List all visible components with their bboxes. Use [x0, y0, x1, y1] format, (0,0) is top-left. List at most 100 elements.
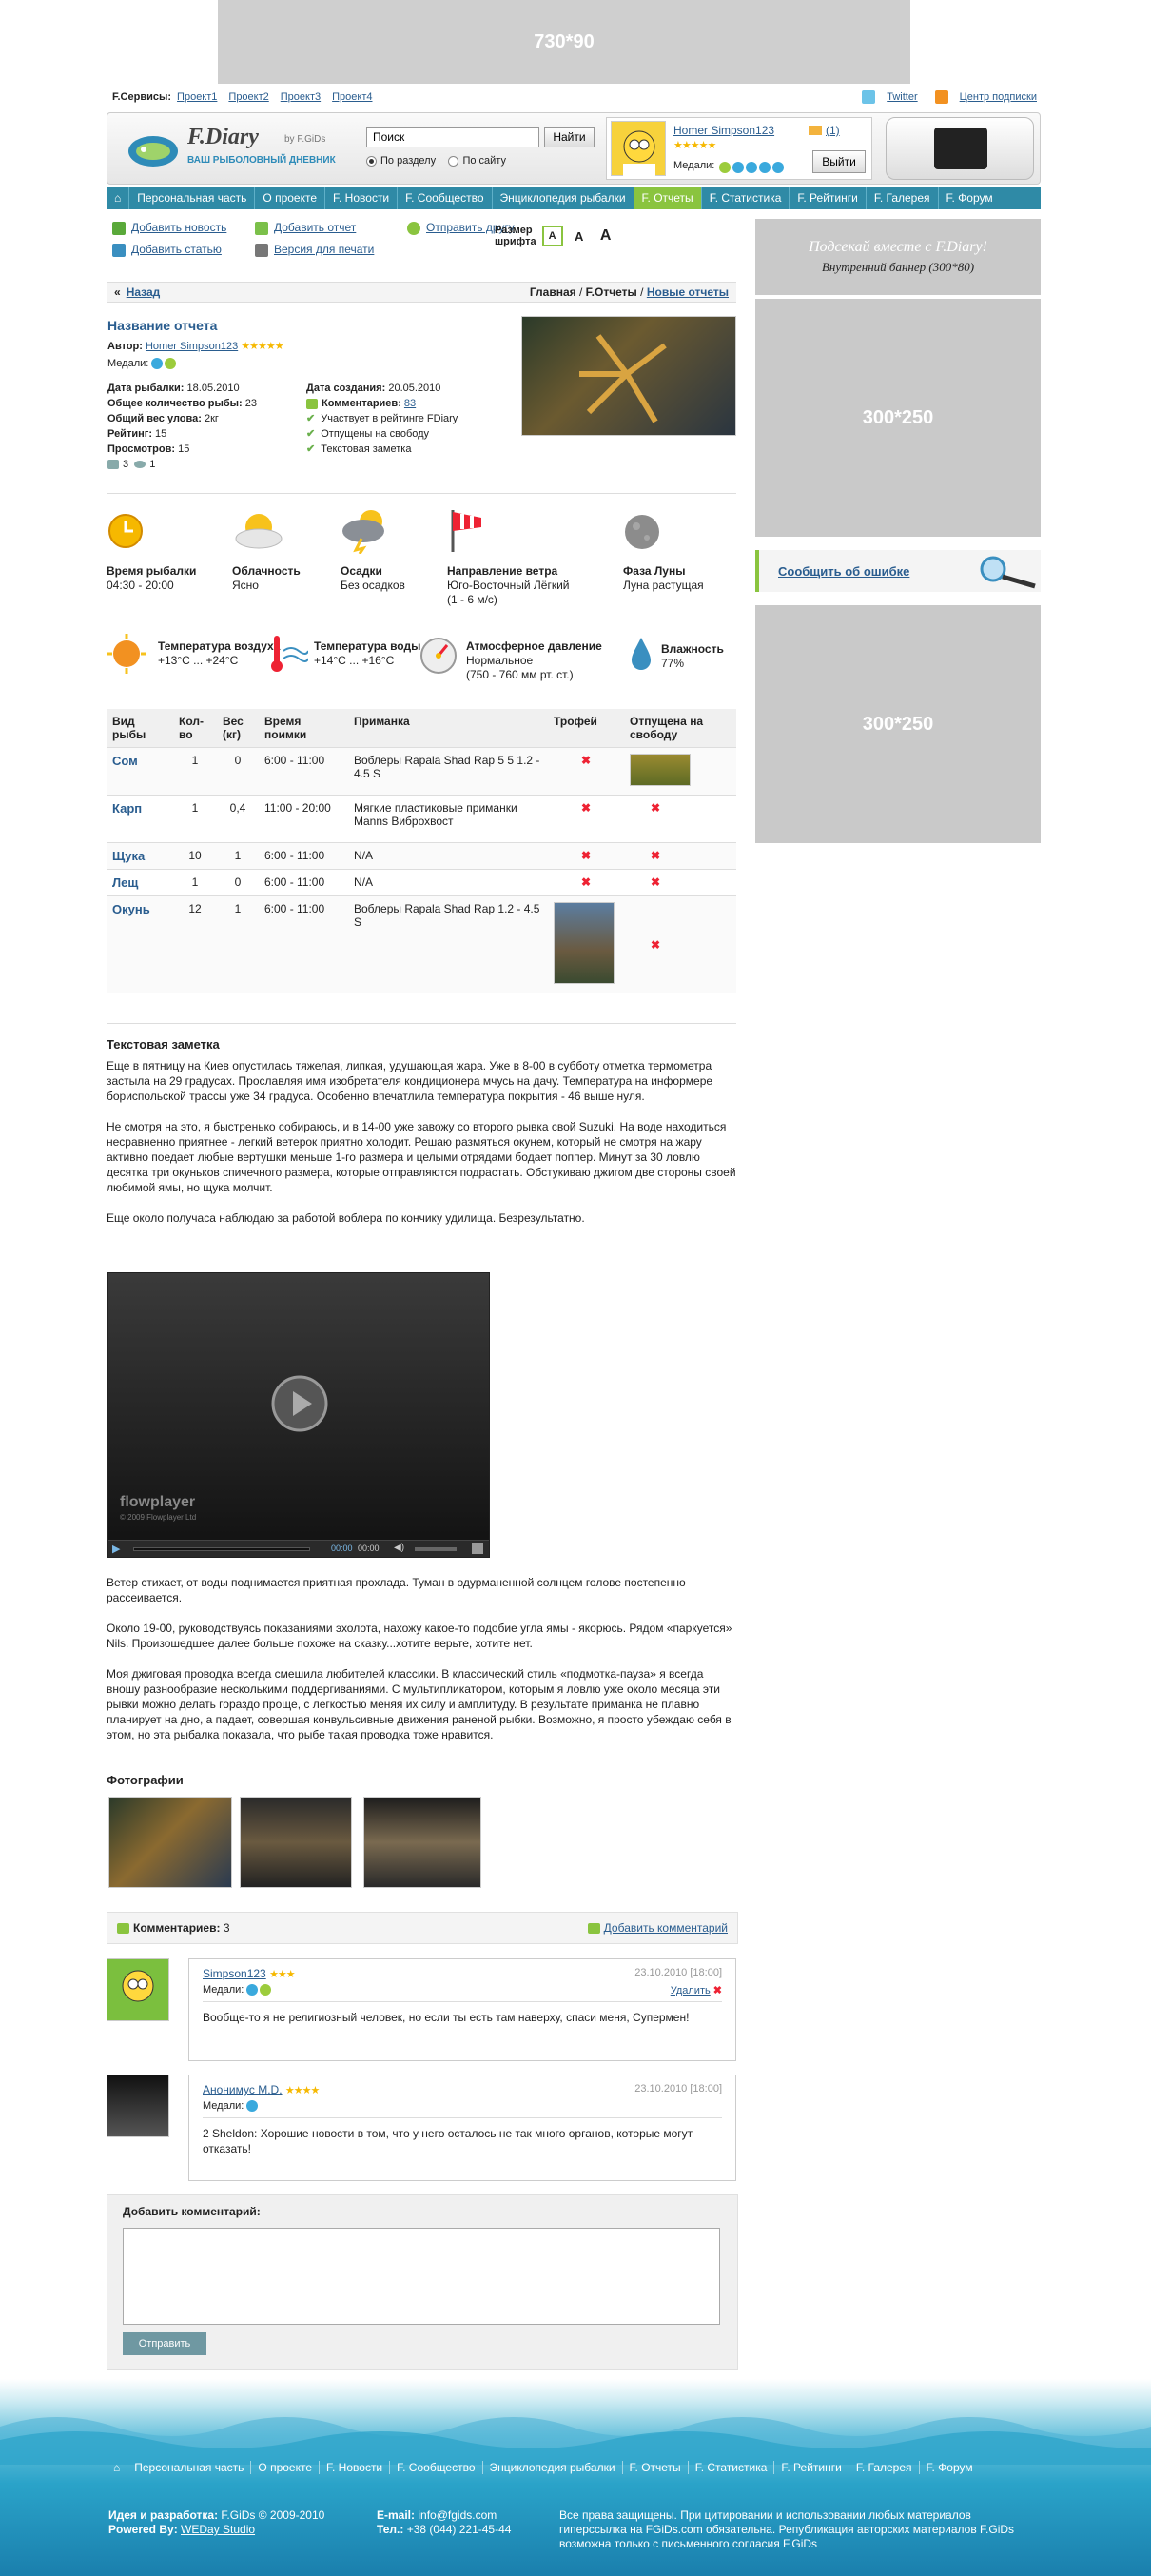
user-name-link[interactable]: Homer Simpson123: [673, 124, 774, 137]
phone-widget[interactable]: [886, 117, 1034, 180]
nav-item-forum[interactable]: F. Форум: [939, 187, 1001, 209]
volume-slider[interactable]: [415, 1547, 457, 1551]
breadcrumb-sep: /: [578, 285, 583, 299]
nav-item-encyclopedia[interactable]: Энциклопедия рыбалки: [493, 187, 634, 209]
released-fish-photo[interactable]: [630, 754, 691, 786]
footer-nav-item[interactable]: F. Галерея: [849, 2461, 920, 2474]
font-size-medium[interactable]: A: [569, 226, 590, 246]
font-size-large[interactable]: A: [595, 226, 616, 246]
search-input[interactable]: [366, 127, 539, 147]
trophy-photo[interactable]: [554, 902, 615, 984]
player-progress-bar[interactable]: [133, 1547, 310, 1551]
nav-item-news[interactable]: F. Новости: [325, 187, 399, 209]
subscribe-center-link[interactable]: Центр подписки: [960, 91, 1037, 103]
breadcrumb-home[interactable]: Главная: [530, 285, 576, 299]
add-article-link[interactable]: Добавить статью: [131, 243, 222, 256]
email-value[interactable]: info@fgids.com: [418, 2508, 497, 2522]
add-comment-link[interactable]: Добавить комментарий: [604, 1921, 728, 1935]
site-logo[interactable]: F.Diary by F.GiDs ВАШ РЫБОЛОВНЫЙ ДНЕВНИК: [125, 123, 343, 176]
twitter-link[interactable]: Twitter: [887, 91, 917, 103]
gallery-photo-3[interactable]: [363, 1797, 481, 1888]
breadcrumb-section[interactable]: F.Отчеты: [586, 285, 637, 299]
comment-icon: [306, 398, 318, 409]
font-size-label-2: шрифта: [495, 236, 536, 247]
back-link[interactable]: Назад: [127, 285, 161, 299]
right-banner-1[interactable]: 300*250: [755, 299, 1041, 537]
add-news-link[interactable]: Добавить новость: [131, 221, 226, 234]
footer-nav-item[interactable]: F. Форум: [920, 2461, 980, 2474]
fish-species[interactable]: Сом: [107, 747, 173, 796]
send-friend-icon: [407, 221, 420, 235]
fish-species[interactable]: Окунь: [107, 895, 173, 993]
comment-author[interactable]: Simpson123: [203, 1967, 266, 1980]
comments-link[interactable]: 83: [404, 398, 416, 409]
search-button[interactable]: Найти: [544, 127, 595, 147]
delete-icon[interactable]: ✖: [713, 1985, 722, 1996]
comment-textarea[interactable]: [123, 2228, 720, 2325]
mail-count[interactable]: (1): [826, 124, 840, 137]
fish-species[interactable]: Лещ: [107, 869, 173, 896]
gallery-photo-1[interactable]: [108, 1797, 232, 1888]
comment-medals: Медали:: [203, 2100, 722, 2113]
add-comment-action[interactable]: Добавить комментарий: [587, 1921, 728, 1935]
nav-item-community[interactable]: F. Сообщество: [398, 187, 493, 209]
gallery-photo-2[interactable]: [240, 1797, 352, 1888]
service-link-1[interactable]: Проект1: [177, 91, 217, 103]
service-link-4[interactable]: Проект4: [332, 91, 372, 103]
report-error-box[interactable]: Сообщить об ошибке: [755, 550, 1041, 592]
add-report-link[interactable]: Добавить отчет: [274, 221, 356, 234]
play-icon[interactable]: [270, 1374, 329, 1433]
print-action[interactable]: Версия для печати: [255, 243, 407, 257]
right-banner-2[interactable]: 300*250: [755, 605, 1041, 843]
video-player[interactable]: flowplayer © 2009 Flowplayer Ltd ▶ 00:00…: [107, 1272, 490, 1558]
report-main-photo[interactable]: [521, 316, 736, 436]
mail-icon[interactable]: [809, 126, 822, 135]
add-report-action[interactable]: Добавить отчет: [255, 221, 407, 235]
nav-item-gallery[interactable]: F. Галерея: [867, 187, 939, 209]
service-link-2[interactable]: Проект2: [228, 91, 268, 103]
logout-button[interactable]: Выйти: [812, 150, 866, 173]
comment-author[interactable]: Анонимус M.D.: [203, 2083, 283, 2096]
nav-item-personal[interactable]: Персональная часть: [129, 187, 256, 209]
print-version-link[interactable]: Версия для печати: [274, 243, 374, 256]
footer-nav-item[interactable]: О проекте: [251, 2461, 321, 2474]
nav-item-reports[interactable]: F. Отчеты: [634, 187, 702, 209]
powered-link[interactable]: WEDay Studio: [181, 2523, 255, 2536]
nav-item-ratings[interactable]: F. Рейтинги: [790, 187, 867, 209]
views-label: Просмотров:: [107, 443, 176, 455]
cross-icon: ✖: [580, 875, 592, 889]
delete-comment-link[interactable]: Удалить: [671, 1985, 711, 1996]
volume-icon[interactable]: ◀): [394, 1543, 404, 1553]
search-scope-site[interactable]: По сайту: [448, 155, 506, 167]
top-banner-730x90[interactable]: 730*90: [218, 0, 910, 84]
footer-nav-item[interactable]: F. Сообщество: [390, 2461, 483, 2474]
nav-item-statistics[interactable]: F. Статистика: [702, 187, 790, 209]
comment-avatar[interactable]: [107, 2075, 169, 2137]
service-link-3[interactable]: Проект3: [281, 91, 321, 103]
player-play-button[interactable]: ▶: [112, 1543, 120, 1555]
author-link[interactable]: Homer Simpson123: [146, 341, 238, 352]
search-scope-section[interactable]: По разделу: [366, 155, 436, 167]
report-error-link[interactable]: Сообщить об ошибке: [778, 564, 909, 579]
footer-nav-item[interactable]: F. Рейтинги: [774, 2461, 849, 2474]
add-article-action[interactable]: Добавить статью: [112, 243, 255, 257]
footer-home-icon[interactable]: ⌂: [107, 2461, 128, 2474]
fish-species[interactable]: Карп: [107, 795, 173, 843]
nav-home-icon[interactable]: ⌂: [107, 187, 130, 209]
footer-nav-item[interactable]: Энциклопедия рыбалки: [483, 2461, 623, 2474]
promo-banner[interactable]: Подсекай вместе с F.Diary! Внутренний ба…: [755, 219, 1041, 295]
footer-nav-item[interactable]: F. Новости: [320, 2461, 391, 2474]
breadcrumb-new-reports[interactable]: Новые отчеты: [647, 285, 729, 299]
submit-comment-button[interactable]: Отправить: [123, 2332, 206, 2355]
fullscreen-icon[interactable]: [472, 1543, 483, 1554]
col-weight: Вес (кг): [217, 709, 259, 748]
footer-nav-item[interactable]: F. Статистика: [689, 2461, 775, 2474]
footer-nav-item[interactable]: F. Отчеты: [623, 2461, 689, 2474]
fish-species[interactable]: Щука: [107, 842, 173, 870]
add-news-action[interactable]: Добавить новость: [112, 221, 255, 235]
nav-item-about[interactable]: О проекте: [255, 187, 326, 209]
font-size-small[interactable]: A: [541, 226, 563, 246]
user-avatar[interactable]: [611, 121, 666, 177]
comment-avatar[interactable]: [107, 1958, 169, 2021]
footer-nav-item[interactable]: Персональная часть: [127, 2461, 252, 2474]
